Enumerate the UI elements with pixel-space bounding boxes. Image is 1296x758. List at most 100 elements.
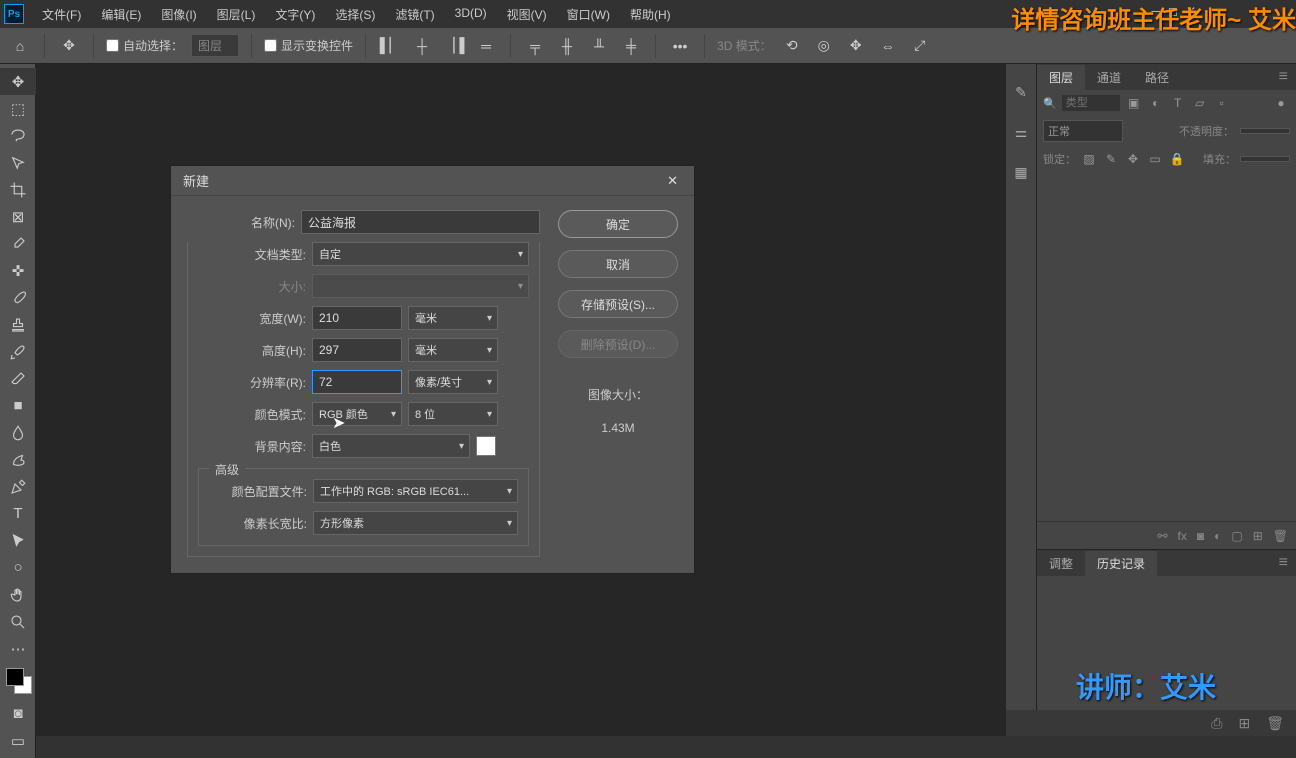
type-tool[interactable]: T (0, 500, 36, 527)
width-unit-select[interactable]: 毫米 (408, 306, 498, 330)
snapshot-icon[interactable]: ⎙ (1211, 715, 1222, 732)
brush-tool[interactable] (0, 284, 36, 311)
lock-pixels-icon[interactable]: ▨ (1080, 150, 1098, 168)
lock-move-icon[interactable]: ✥ (1124, 150, 1142, 168)
dialog-titlebar[interactable]: 新建 ✕ (171, 166, 694, 196)
crop-tool[interactable] (0, 176, 36, 203)
align-right-icon[interactable]: ▕▐ (442, 34, 466, 58)
align-right2-icon[interactable]: ═ (474, 34, 498, 58)
doctype-select[interactable]: 自定 (312, 242, 529, 266)
blur-tool[interactable] (0, 419, 36, 446)
blend-mode-select[interactable]: 正常 (1043, 120, 1123, 142)
lock-artboard-icon[interactable]: ▭ (1146, 150, 1164, 168)
save-preset-button[interactable]: 存储预设(S)... (558, 290, 678, 318)
fill-value[interactable] (1240, 156, 1290, 162)
history-menu-icon[interactable]: ≡ (1271, 554, 1296, 572)
libraries-panel-icon[interactable]: ▦ (1011, 162, 1031, 182)
menu-image[interactable]: 图像(I) (151, 2, 206, 27)
filter-smart-icon[interactable]: ▫ (1213, 94, 1231, 112)
auto-select-checkbox[interactable]: 自动选择： (106, 37, 183, 54)
layer-select[interactable]: 图层 (191, 34, 239, 57)
shape-tool[interactable]: ○ (0, 554, 36, 581)
move-tool-icon[interactable]: ✥ (57, 34, 81, 58)
lock-position-icon[interactable]: ✎ (1102, 150, 1120, 168)
mask-icon[interactable]: ◙ (1197, 529, 1204, 543)
tab-layers[interactable]: 图层 (1037, 65, 1085, 90)
path-select-tool[interactable] (0, 527, 36, 554)
new-layer-icon[interactable]: ⊞ (1253, 529, 1263, 543)
marquee-tool[interactable]: ⬚ (0, 95, 36, 122)
lock-all-icon[interactable]: 🔒 (1168, 150, 1186, 168)
menu-help[interactable]: 帮助(H) (620, 2, 681, 27)
adjustment-icon[interactable]: ◐ (1214, 529, 1221, 543)
filter-shape-icon[interactable]: ▱ (1191, 94, 1209, 112)
hand-tool[interactable] (0, 581, 36, 608)
tab-history[interactable]: 历史记录 (1085, 551, 1157, 576)
filter-toggle[interactable]: ● (1272, 94, 1290, 112)
3d-zoom-icon[interactable]: ⤢ (908, 34, 932, 58)
new-doc-icon[interactable]: ⊞ (1238, 715, 1250, 732)
menu-window[interactable]: 窗口(W) (557, 2, 620, 27)
move-tool[interactable]: ✥ (0, 68, 36, 95)
dist-top-icon[interactable]: ╤ (523, 34, 547, 58)
menu-file[interactable]: 文件(F) (32, 2, 91, 27)
bitdepth-select[interactable]: 8 位 (408, 402, 498, 426)
cancel-button[interactable]: 取消 (558, 250, 678, 278)
delete-icon[interactable]: 🗑 (1273, 529, 1288, 543)
menu-filter[interactable]: 滤镜(T) (385, 2, 444, 27)
frame-tool[interactable]: ⊠ (0, 203, 36, 230)
stamp-tool[interactable] (0, 311, 36, 338)
healing-tool[interactable]: ✜ (0, 257, 36, 284)
width-input[interactable] (312, 306, 402, 330)
dialog-close-button[interactable]: ✕ (663, 173, 682, 189)
resolution-input[interactable] (312, 370, 402, 394)
layer-filter-input[interactable] (1061, 94, 1121, 112)
menu-type[interactable]: 文字(Y) (265, 2, 325, 27)
resolution-unit-select[interactable]: 像素/英寸 (408, 370, 498, 394)
3d-pan-icon[interactable]: ✥ (844, 34, 868, 58)
menu-select[interactable]: 选择(S) (325, 2, 385, 27)
dodge-tool[interactable] (0, 446, 36, 473)
ok-button[interactable]: 确定 (558, 210, 678, 238)
gradient-tool[interactable]: ■ (0, 392, 36, 419)
fx-icon[interactable]: fx (1178, 529, 1187, 543)
swatches-panel-icon[interactable]: ⚌ (1011, 122, 1031, 142)
menu-view[interactable]: 视图(V) (497, 2, 557, 27)
screen-mode[interactable]: ▭ (0, 727, 36, 754)
dist-h-icon[interactable]: ╪ (619, 34, 643, 58)
colormode-select[interactable]: RGB 颜色 (312, 402, 402, 426)
color-swatches[interactable] (0, 666, 35, 700)
group-icon[interactable]: ▢ (1231, 529, 1242, 543)
history-brush-tool[interactable] (0, 338, 36, 365)
3d-orbit-icon[interactable]: ⟲ (780, 34, 804, 58)
filter-type-icon[interactable]: T (1169, 94, 1187, 112)
filter-pixel-icon[interactable]: ▣ (1125, 94, 1143, 112)
name-input[interactable] (301, 210, 540, 234)
menu-edit[interactable]: 编辑(E) (91, 2, 151, 27)
lasso-tool[interactable] (0, 122, 36, 149)
quick-select-tool[interactable] (0, 149, 36, 176)
quick-mask[interactable]: ◙ (0, 700, 36, 727)
tab-channels[interactable]: 通道 (1085, 65, 1133, 90)
pen-tool[interactable] (0, 473, 36, 500)
profile-select[interactable]: 工作中的 RGB: sRGB IEC61... (313, 479, 518, 503)
align-center-icon[interactable]: ┼ (410, 34, 434, 58)
home-icon[interactable]: ⌂ (8, 34, 32, 58)
eraser-tool[interactable] (0, 365, 36, 392)
opacity-value[interactable] (1240, 128, 1290, 134)
eyedropper-tool[interactable] (0, 230, 36, 257)
tab-adjust[interactable]: 调整 (1037, 551, 1085, 576)
align-left-icon[interactable]: ▌▏ (378, 34, 402, 58)
bg-select[interactable]: 白色 (312, 434, 470, 458)
menu-3d[interactable]: 3D(D) (445, 2, 497, 27)
color-panel-icon[interactable]: ✎ (1011, 82, 1031, 102)
menu-layer[interactable]: 图层(L) (207, 2, 266, 27)
more-icon[interactable]: ••• (668, 34, 692, 58)
panel-menu-icon[interactable]: ≡ (1271, 68, 1296, 86)
3d-slide-icon[interactable]: ⇔ (876, 34, 900, 58)
fg-color-swatch[interactable] (6, 668, 24, 686)
edit-toolbar[interactable]: ⋯ (0, 635, 36, 662)
zoom-tool[interactable] (0, 608, 36, 635)
dist-bottom-icon[interactable]: ╨ (587, 34, 611, 58)
filter-adjust-icon[interactable]: ◐ (1147, 94, 1165, 112)
